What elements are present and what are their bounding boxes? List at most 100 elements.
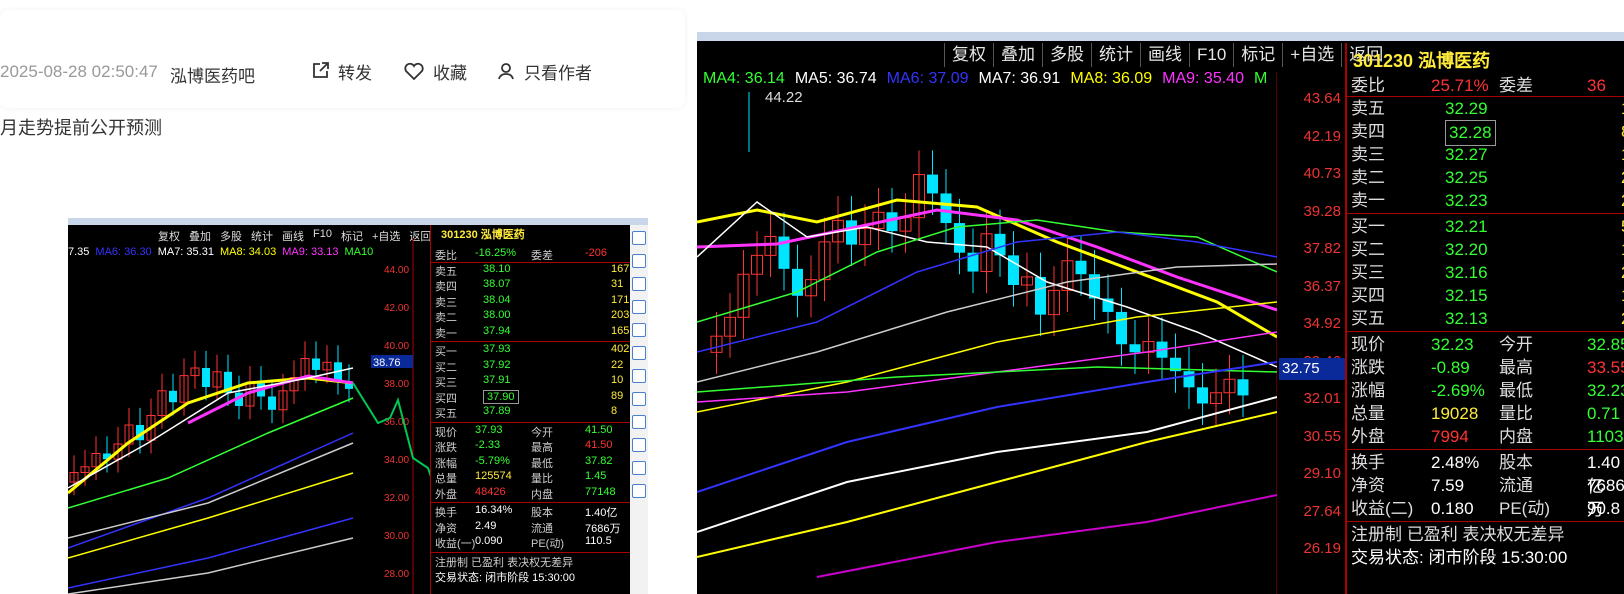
ask-price: 38.10 bbox=[483, 262, 511, 275]
ask-label: 卖一 bbox=[435, 327, 457, 340]
bid-label: 买三 bbox=[1351, 263, 1385, 282]
toolbar-icon[interactable] bbox=[632, 415, 646, 429]
separator bbox=[431, 421, 648, 423]
toolbar-icon[interactable] bbox=[632, 323, 646, 337]
wecha-value: 36 bbox=[1587, 76, 1606, 95]
stat-row: 外盘 48426 内盘 77148 bbox=[435, 486, 631, 502]
stat-value: 32.85 bbox=[1587, 335, 1624, 354]
price-tick: 36.37 bbox=[1303, 277, 1341, 295]
ask-price: 32.25 bbox=[1445, 168, 1488, 187]
fund-label: 换手 bbox=[435, 507, 457, 519]
stat-row: 总量 125574 量比 1.45 bbox=[435, 470, 631, 486]
price-tick: 30.55 bbox=[1303, 427, 1341, 445]
toolbar-icon[interactable] bbox=[632, 484, 646, 498]
fund-label: 收益(一) bbox=[435, 538, 476, 550]
ask-label: 卖二 bbox=[1351, 168, 1385, 187]
moving-average-line bbox=[816, 494, 1277, 578]
bid-label: 买二 bbox=[435, 361, 457, 374]
stat-label: 涨幅 bbox=[1351, 381, 1385, 400]
price-tick: 40.00 bbox=[384, 341, 409, 352]
candlestick-chart: 44.22 bbox=[697, 72, 1277, 594]
toolbar-icon[interactable] bbox=[632, 392, 646, 406]
favorite-button[interactable]: 收藏 bbox=[403, 59, 467, 83]
stat-row: 现价 37.93 今开 41.50 bbox=[435, 424, 631, 440]
price-tick: 44.00 bbox=[384, 265, 409, 276]
bid-price: 32.15 bbox=[1445, 286, 1488, 305]
forum-link[interactable]: 泓博医药吧 bbox=[170, 62, 255, 87]
wecha-label: 委差 bbox=[1499, 76, 1533, 95]
toolbar-icon[interactable] bbox=[632, 277, 646, 291]
candle-body bbox=[202, 368, 210, 387]
bid-price: 37.92 bbox=[483, 358, 511, 371]
stat-label: 最低 bbox=[531, 457, 553, 470]
stat-row: 外盘 7994 内盘 11034 bbox=[1351, 425, 1624, 449]
stat-label: 内盘 bbox=[531, 488, 553, 501]
quote-panel: 301230 泓博医药 委比 -16.25% 委差 -206 卖五 38.10 167 卖四 38… bbox=[430, 225, 648, 594]
toolbar-icon[interactable] bbox=[632, 438, 646, 452]
ask-volume: 31 bbox=[611, 278, 624, 290]
ask-label: 卖二 bbox=[435, 312, 457, 324]
moving-average-line bbox=[68, 397, 354, 509]
share-button[interactable]: 转发 bbox=[310, 59, 372, 83]
menu-item[interactable]: +自选 bbox=[1282, 43, 1341, 67]
candle-body bbox=[268, 396, 276, 410]
ask-volume: 171 bbox=[611, 293, 630, 306]
webi-row: 委比 25.71% 委差 36 bbox=[1351, 74, 1624, 98]
fund-row: 换手 16.34% 股本 1.40亿 bbox=[435, 504, 631, 520]
stat-value: -5.79% bbox=[475, 454, 510, 467]
fund-value: 2.49 bbox=[475, 519, 497, 532]
ask-row: 卖三32.2711 bbox=[1351, 143, 1624, 167]
price-tick: 34.92 bbox=[1303, 315, 1341, 332]
post-time: 2025-08-28 02:50:47 bbox=[0, 62, 158, 81]
fund-label: 收益(二) bbox=[1351, 499, 1414, 518]
price-tick: 38.00 bbox=[384, 379, 409, 390]
fund-value: 7686万 bbox=[585, 522, 621, 535]
stat-label: 最低 bbox=[1499, 381, 1533, 400]
trade-status: 交易状态: 闭市阶段 15:30:00 bbox=[1351, 548, 1568, 567]
separator bbox=[431, 551, 648, 553]
listing-note: 注册制 已盈利 表决权无差异 bbox=[1351, 525, 1565, 544]
bid-row: 买五32.1320 bbox=[1351, 307, 1624, 331]
price-tag-label: 38.76 bbox=[373, 357, 401, 369]
toolbar-icon[interactable] bbox=[632, 346, 646, 360]
toolbar-icon[interactable] bbox=[632, 369, 646, 383]
stat-value: 0.71 bbox=[1587, 404, 1621, 423]
fund-value: 90.8 bbox=[1587, 499, 1621, 518]
moving-average-line bbox=[68, 376, 354, 495]
candle-body bbox=[927, 174, 938, 194]
ask-label: 卖三 bbox=[1351, 145, 1385, 164]
ask-label: 卖四 bbox=[1351, 122, 1385, 141]
bid-row: 买二 37.92 22 bbox=[435, 359, 631, 375]
toolbar-icon[interactable] bbox=[632, 461, 646, 475]
ask-volume: 203 bbox=[611, 309, 630, 321]
bid-label: 买四 bbox=[435, 392, 457, 405]
post-header: 2025-08-28 02:50:47 泓博医药吧 转发 收藏 只看作者 bbox=[0, 10, 685, 108]
ask-row: 卖三 38.04 171 bbox=[435, 294, 631, 310]
price-tick: 29.10 bbox=[1303, 465, 1341, 482]
toolbar-icon[interactable] bbox=[632, 231, 646, 245]
bid-price: 32.13 bbox=[1445, 309, 1488, 328]
stat-label: 内盘 bbox=[1499, 427, 1533, 446]
bid-row: 买四 37.90 89 bbox=[435, 389, 631, 406]
stat-row: 涨幅 -5.79% 最低 37.82 bbox=[435, 455, 631, 471]
bid-label: 买一 bbox=[435, 346, 457, 358]
ask-row: 卖二 38.00 203 bbox=[435, 309, 631, 325]
price-tick: 26.19 bbox=[1303, 540, 1341, 557]
stat-label: 今开 bbox=[1499, 335, 1533, 354]
stat-value: 48426 bbox=[475, 485, 506, 498]
toolbar-icon[interactable] bbox=[632, 300, 646, 314]
ask-price: 32.29 bbox=[1445, 99, 1488, 118]
stat-value: 7994 bbox=[1431, 427, 1469, 446]
separator bbox=[431, 502, 648, 503]
fund-label: PE(动) bbox=[1499, 499, 1550, 518]
author-only-button[interactable]: 只看作者 bbox=[496, 59, 592, 83]
stock-code-name: 301230 泓博医药 bbox=[1353, 51, 1491, 71]
bid-row: 买四32.151 bbox=[1351, 284, 1624, 308]
toolbar-icon[interactable] bbox=[632, 254, 646, 268]
status-row: 交易状态: 闭市阶段 15:30:00 bbox=[1351, 546, 1624, 570]
stat-label: 量比 bbox=[531, 473, 553, 485]
candle-body bbox=[1116, 311, 1127, 345]
ask-price: 32.23 bbox=[1445, 191, 1488, 210]
candle-body bbox=[1035, 276, 1046, 315]
side-toolbar bbox=[630, 225, 648, 594]
